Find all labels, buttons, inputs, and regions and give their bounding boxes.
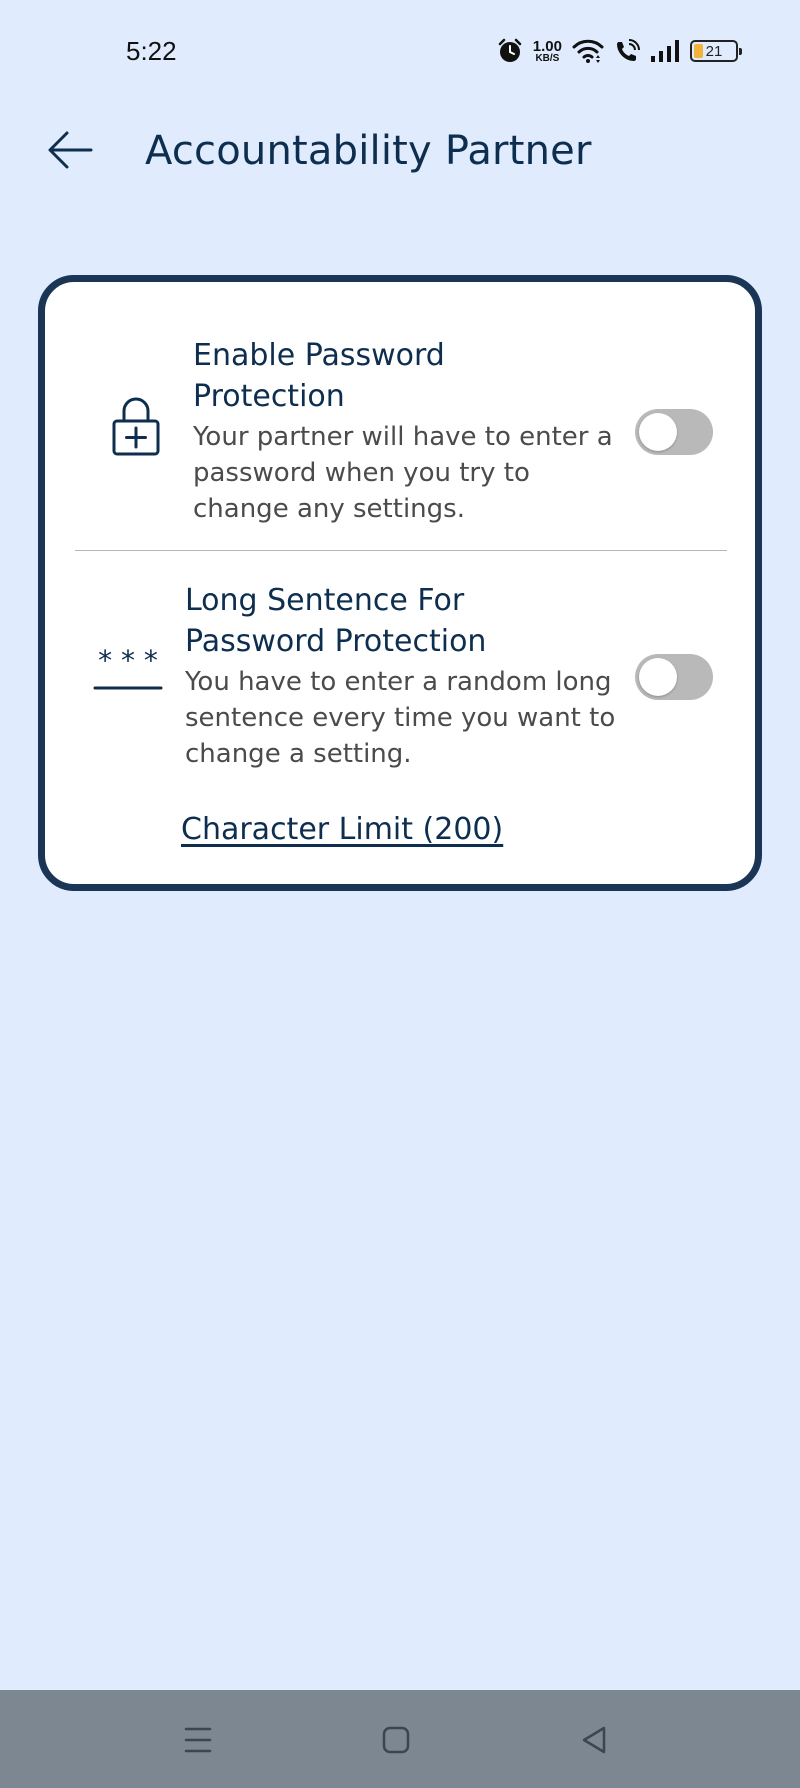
setting-description: You have to enter a random long sentence… — [185, 667, 616, 769]
setting-title: Long Sentence For Password Protection — [185, 583, 487, 659]
divider — [75, 550, 727, 551]
nav-bar — [0, 1690, 800, 1788]
status-icons: 1.00 KB/S 21 — [497, 36, 742, 66]
character-limit-link[interactable]: Character Limit (200) — [181, 812, 503, 847]
status-bar: 5:22 1.00 KB/S 21 — [0, 0, 800, 100]
back-button[interactable] — [42, 124, 98, 176]
network-speed-value: 1.00 — [532, 37, 562, 55]
nav-back-button[interactable] — [572, 1718, 616, 1762]
signal-icon — [651, 40, 679, 62]
network-speed-unit: KB/S — [535, 52, 560, 64]
screen: 5:22 1.00 KB/S 21 Accountability Partner… — [0, 0, 800, 1788]
password-dots-icon: * * * — [93, 648, 163, 690]
nav-home-button[interactable] — [374, 1718, 418, 1762]
arrow-left-icon — [48, 131, 93, 169]
network-speed: 1.00 KB/S — [533, 39, 562, 64]
alarm-icon — [498, 38, 522, 62]
page-title: Accountability Partner — [145, 128, 592, 174]
wifi-calling-icon — [617, 39, 640, 61]
status-time: 5:22 — [126, 36, 177, 66]
setting-title: Enable Password Protection — [193, 338, 445, 414]
home-icon — [382, 1726, 410, 1754]
long-sentence-toggle[interactable] — [635, 654, 713, 700]
password-protection-toggle[interactable] — [635, 409, 713, 455]
wifi-icon — [572, 39, 604, 63]
battery-level: 21 — [705, 42, 723, 60]
lock-plus-icon — [112, 397, 160, 456]
setting-row-long-sentence: * * * Long Sentence For Password Protect… — [45, 580, 755, 769]
toggle-knob — [639, 413, 677, 451]
battery-icon: 21 — [690, 40, 742, 62]
setting-description: Your partner will have to enter a passwo… — [193, 422, 613, 524]
toggle-knob — [639, 658, 677, 696]
back-triangle-icon — [582, 1726, 606, 1754]
menu-icon — [184, 1727, 212, 1753]
password-dots-text: * * * — [98, 648, 158, 677]
nav-menu-button[interactable] — [176, 1718, 220, 1762]
setting-row-password-protection: Enable Password Protection Your partner … — [45, 335, 755, 524]
app-header: Accountability Partner — [0, 110, 800, 190]
settings-card: Enable Password Protection Your partner … — [38, 275, 762, 891]
battery-fill — [694, 44, 703, 58]
